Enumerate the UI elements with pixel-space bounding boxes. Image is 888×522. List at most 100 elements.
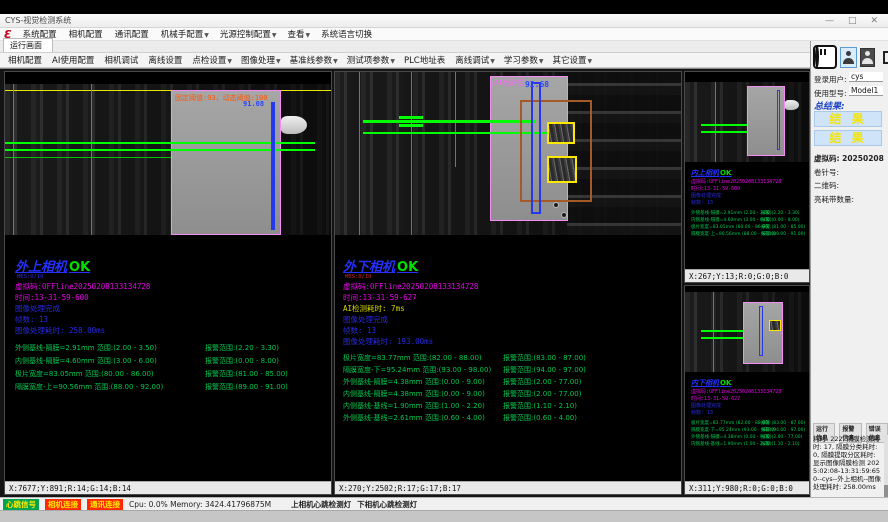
tool-offline-debug[interactable]: 离线调试▼: [455, 54, 495, 66]
green-measure-line: [5, 149, 315, 151]
measurement-row: 外侧基线-基线=2.61mm 范围:(0.60 - 4.00)报警范围:(0.6…: [343, 413, 485, 423]
control-panel: 登录用户: cys 使用型号: Model1 总结果: 结 果 结 果 虚拟码:…: [810, 41, 888, 510]
alarm-column: 报警:(83.00 - 87.00): [761, 420, 805, 426]
user-icon: [843, 51, 854, 64]
camera-view-inner-upper[interactable]: [685, 82, 809, 162]
pixel-coordinate-bar: X:311;Y:980;R:0;G:0;B:0: [685, 481, 809, 494]
yellow-defect-box: [769, 320, 781, 331]
measurement-row: 内侧基线-隔膜=4.60mm 范围:(3.00 - 6.00)报警范围:(0.0…: [15, 356, 157, 366]
virtual-code-label: 虚拟码: 20250208: [814, 153, 884, 164]
camera-panel-inner-upper: 内上相机OK 虚拟码:OFFline20250208133134728 时间:1…: [684, 71, 810, 283]
measurement-row: 内侧基线-隔膜=4.38mm 范围:(0.00 - 9.00)报警范围:(2.0…: [343, 389, 485, 399]
tab-run-screen[interactable]: 运行画面: [3, 38, 53, 52]
measurement-row: 极片宽度=83.05mm 范围:(80.00 - 86.00)报警范围:(81.…: [15, 369, 154, 379]
camera-panel-outer-lower: AI检测框 92.68 外下相机OK MES:0/10 虚拟码:OFFline2…: [334, 71, 682, 495]
log-scrollbar-thumb[interactable]: [884, 485, 888, 497]
tool-baseline-params[interactable]: 基准线参数▼: [290, 54, 338, 66]
green-vertical-line: [713, 292, 714, 372]
model-value[interactable]: Model1: [849, 86, 883, 96]
elapsed-line: 图像处理耗时: 258.00ms: [15, 326, 105, 335]
camera-status-ok: OK: [720, 169, 731, 177]
result-box-2: 结 果: [814, 130, 882, 146]
process-done-line: 图像处理完成: [691, 193, 721, 199]
camera-view-inner-lower[interactable]: [685, 292, 809, 372]
exit-button[interactable]: [878, 46, 888, 68]
ai-elapsed-line: AI检测耗时: 7ms: [343, 304, 405, 313]
menubar: Ɛ 系统配置 相机配置 通讯配置 机械手配置▼ 光源控制配置▼ 查看▼ 系统语言…: [0, 28, 888, 41]
camera-connect-badge: 相机连接: [45, 499, 81, 510]
minimize-button[interactable]: —: [825, 16, 834, 26]
log-scrollbar[interactable]: [884, 435, 888, 497]
tool-plc-address[interactable]: PLC地址表: [404, 54, 446, 66]
maximize-button[interactable]: □: [848, 16, 857, 26]
tool-camera-debug[interactable]: 相机调试: [104, 54, 139, 66]
menu-view[interactable]: 查看▼: [287, 28, 310, 40]
green-measure-line: [5, 157, 171, 158]
blue-measure-label: 92.68: [525, 81, 549, 89]
tool-learn-params[interactable]: 学习参数▼: [504, 54, 544, 66]
login-user-button[interactable]: [840, 47, 857, 68]
camera-result-title: 内下相机OK: [691, 378, 731, 388]
green-segment: [399, 124, 423, 127]
measurement-row: 外侧基线-隔膜=2.91mm 范围:(2.00 - 3.50)报警范围:(2.2…: [15, 343, 157, 353]
process-done-line: 图像处理完成: [15, 304, 60, 313]
alarm-column: 报警:(81.00 - 85.00): [761, 224, 805, 230]
tool-offline-setting[interactable]: 离线设置: [148, 54, 183, 66]
measurement-row: 极片宽度=83.77mm 范围:(82.00 - 88.00)报警范围:(83.…: [343, 353, 482, 363]
tool-image-process[interactable]: 图像处理▼: [241, 54, 281, 66]
elapsed-line: 图像处理耗时: 193.00ms: [343, 337, 433, 346]
titlebar: CYS-视觉检测系统 — □ ✕: [0, 14, 888, 28]
model-label: 使用型号:: [814, 88, 847, 99]
alarm-column: 报警:(94.00 - 97.00): [761, 427, 805, 433]
menu-comm-config[interactable]: 通讯配置: [115, 28, 150, 40]
tool-spot-check[interactable]: 点检设置▼: [192, 54, 232, 66]
tool-other-settings[interactable]: 其它设置▼: [553, 54, 593, 66]
frame-count-line: 帧数: 13: [15, 315, 48, 324]
measurement-row: 内侧基线-基线=1.90mm 范围:(1.00 - 2.20)报警范围:(1.1…: [343, 401, 485, 411]
menu-robot-config[interactable]: 机械手配置▼: [161, 28, 209, 40]
green-vertical-line: [411, 72, 412, 235]
camera-result-title: 内上相机OK: [691, 168, 731, 178]
frame-count-line: 帧数: 13: [691, 410, 713, 416]
tool-camera-config[interactable]: 相机配置: [8, 54, 43, 66]
toolbar: 相机配置 AI使用配置 相机调试 离线设置 点检设置▼ 图像处理▼ 基准线参数▼…: [0, 53, 810, 68]
blue-measure-line: [759, 306, 763, 356]
menu-camera-config[interactable]: 相机配置: [69, 28, 104, 40]
yellow-reference-line: [5, 90, 331, 91]
pixel-coordinate-bar: X:7677;Y:891;R:14;G:14;B:14: [5, 481, 331, 494]
bottom-gray-strip: [0, 510, 888, 522]
measurement-row: 隔膜宽度-上=90.56mm 范围:(88.00 - 92.00)报警范围:(8…: [15, 382, 163, 392]
gripper-reflection: [281, 116, 307, 134]
mes-status: MES:0/10: [345, 273, 372, 282]
green-measure-line: [701, 330, 743, 332]
menu-light-config[interactable]: 光源控制配置▼: [220, 28, 277, 40]
measurement-row: 极片宽度=83.05mm (80.00 - 86.00): [691, 224, 770, 230]
alarm-column: 报警:(2.00 - 77.00): [761, 434, 802, 440]
logout-user-button[interactable]: [860, 48, 875, 67]
login-user-value[interactable]: cys: [849, 72, 883, 82]
menu-language-switch[interactable]: 系统语言切换: [321, 28, 373, 40]
camera-view-outer-lower[interactable]: AI检测框 92.68: [335, 72, 681, 235]
virtual-code-line: 虚拟码:OFFline20250208133134728: [343, 282, 478, 291]
camera-view-outer-upper[interactable]: 固定阈值:93，动态阈值:100 91.08: [5, 72, 331, 235]
alarm-column: 报警:(2.20 - 3.30): [761, 210, 800, 216]
green-vertical-line: [91, 84, 92, 235]
tool-ai-config[interactable]: AI使用配置: [52, 54, 95, 66]
green-measure-line: [363, 120, 535, 123]
measurement-row: 外侧基线-隔膜=4.38mm 范围:(0.00 - 9.00)报警范围:(2.0…: [343, 377, 485, 387]
tool-test-params[interactable]: 测试项参数▼: [347, 54, 395, 66]
statusbar: 心跳信号 相机连接 通讯连接 Cpu: 0.0% Memory: 3424.41…: [0, 497, 888, 510]
log-text: 耗时: 222, 隔膜检测耗时: 17, 隔膜分类耗时: 0, 隔膜提取分区耗时…: [813, 435, 883, 491]
close-button[interactable]: ✕: [870, 16, 878, 26]
green-measure-line: [701, 131, 747, 133]
time-line: 时间:13-31-59-627: [691, 396, 740, 402]
green-measure-line: [5, 142, 315, 144]
pause-button[interactable]: [813, 45, 837, 69]
green-vertical-line: [359, 72, 360, 235]
measurement-row: 内侧基线-隔膜=4.60mm (3.00 - 6.00): [691, 217, 772, 223]
alarm-column: 报警:(89.00 - 91.00): [761, 231, 805, 237]
cpu-memory-text: Cpu: 0.0% Memory: 3424.41796875M: [129, 500, 271, 509]
app-window: CYS-视觉检测系统 — □ ✕ Ɛ 系统配置 相机配置 通讯配置 机械手配置▼…: [0, 0, 888, 522]
time-line: 时间:13-31-59-600: [691, 186, 740, 192]
measurement-row: 外侧基线-隔膜=2.91mm (2.00 - 3.50): [691, 210, 772, 216]
